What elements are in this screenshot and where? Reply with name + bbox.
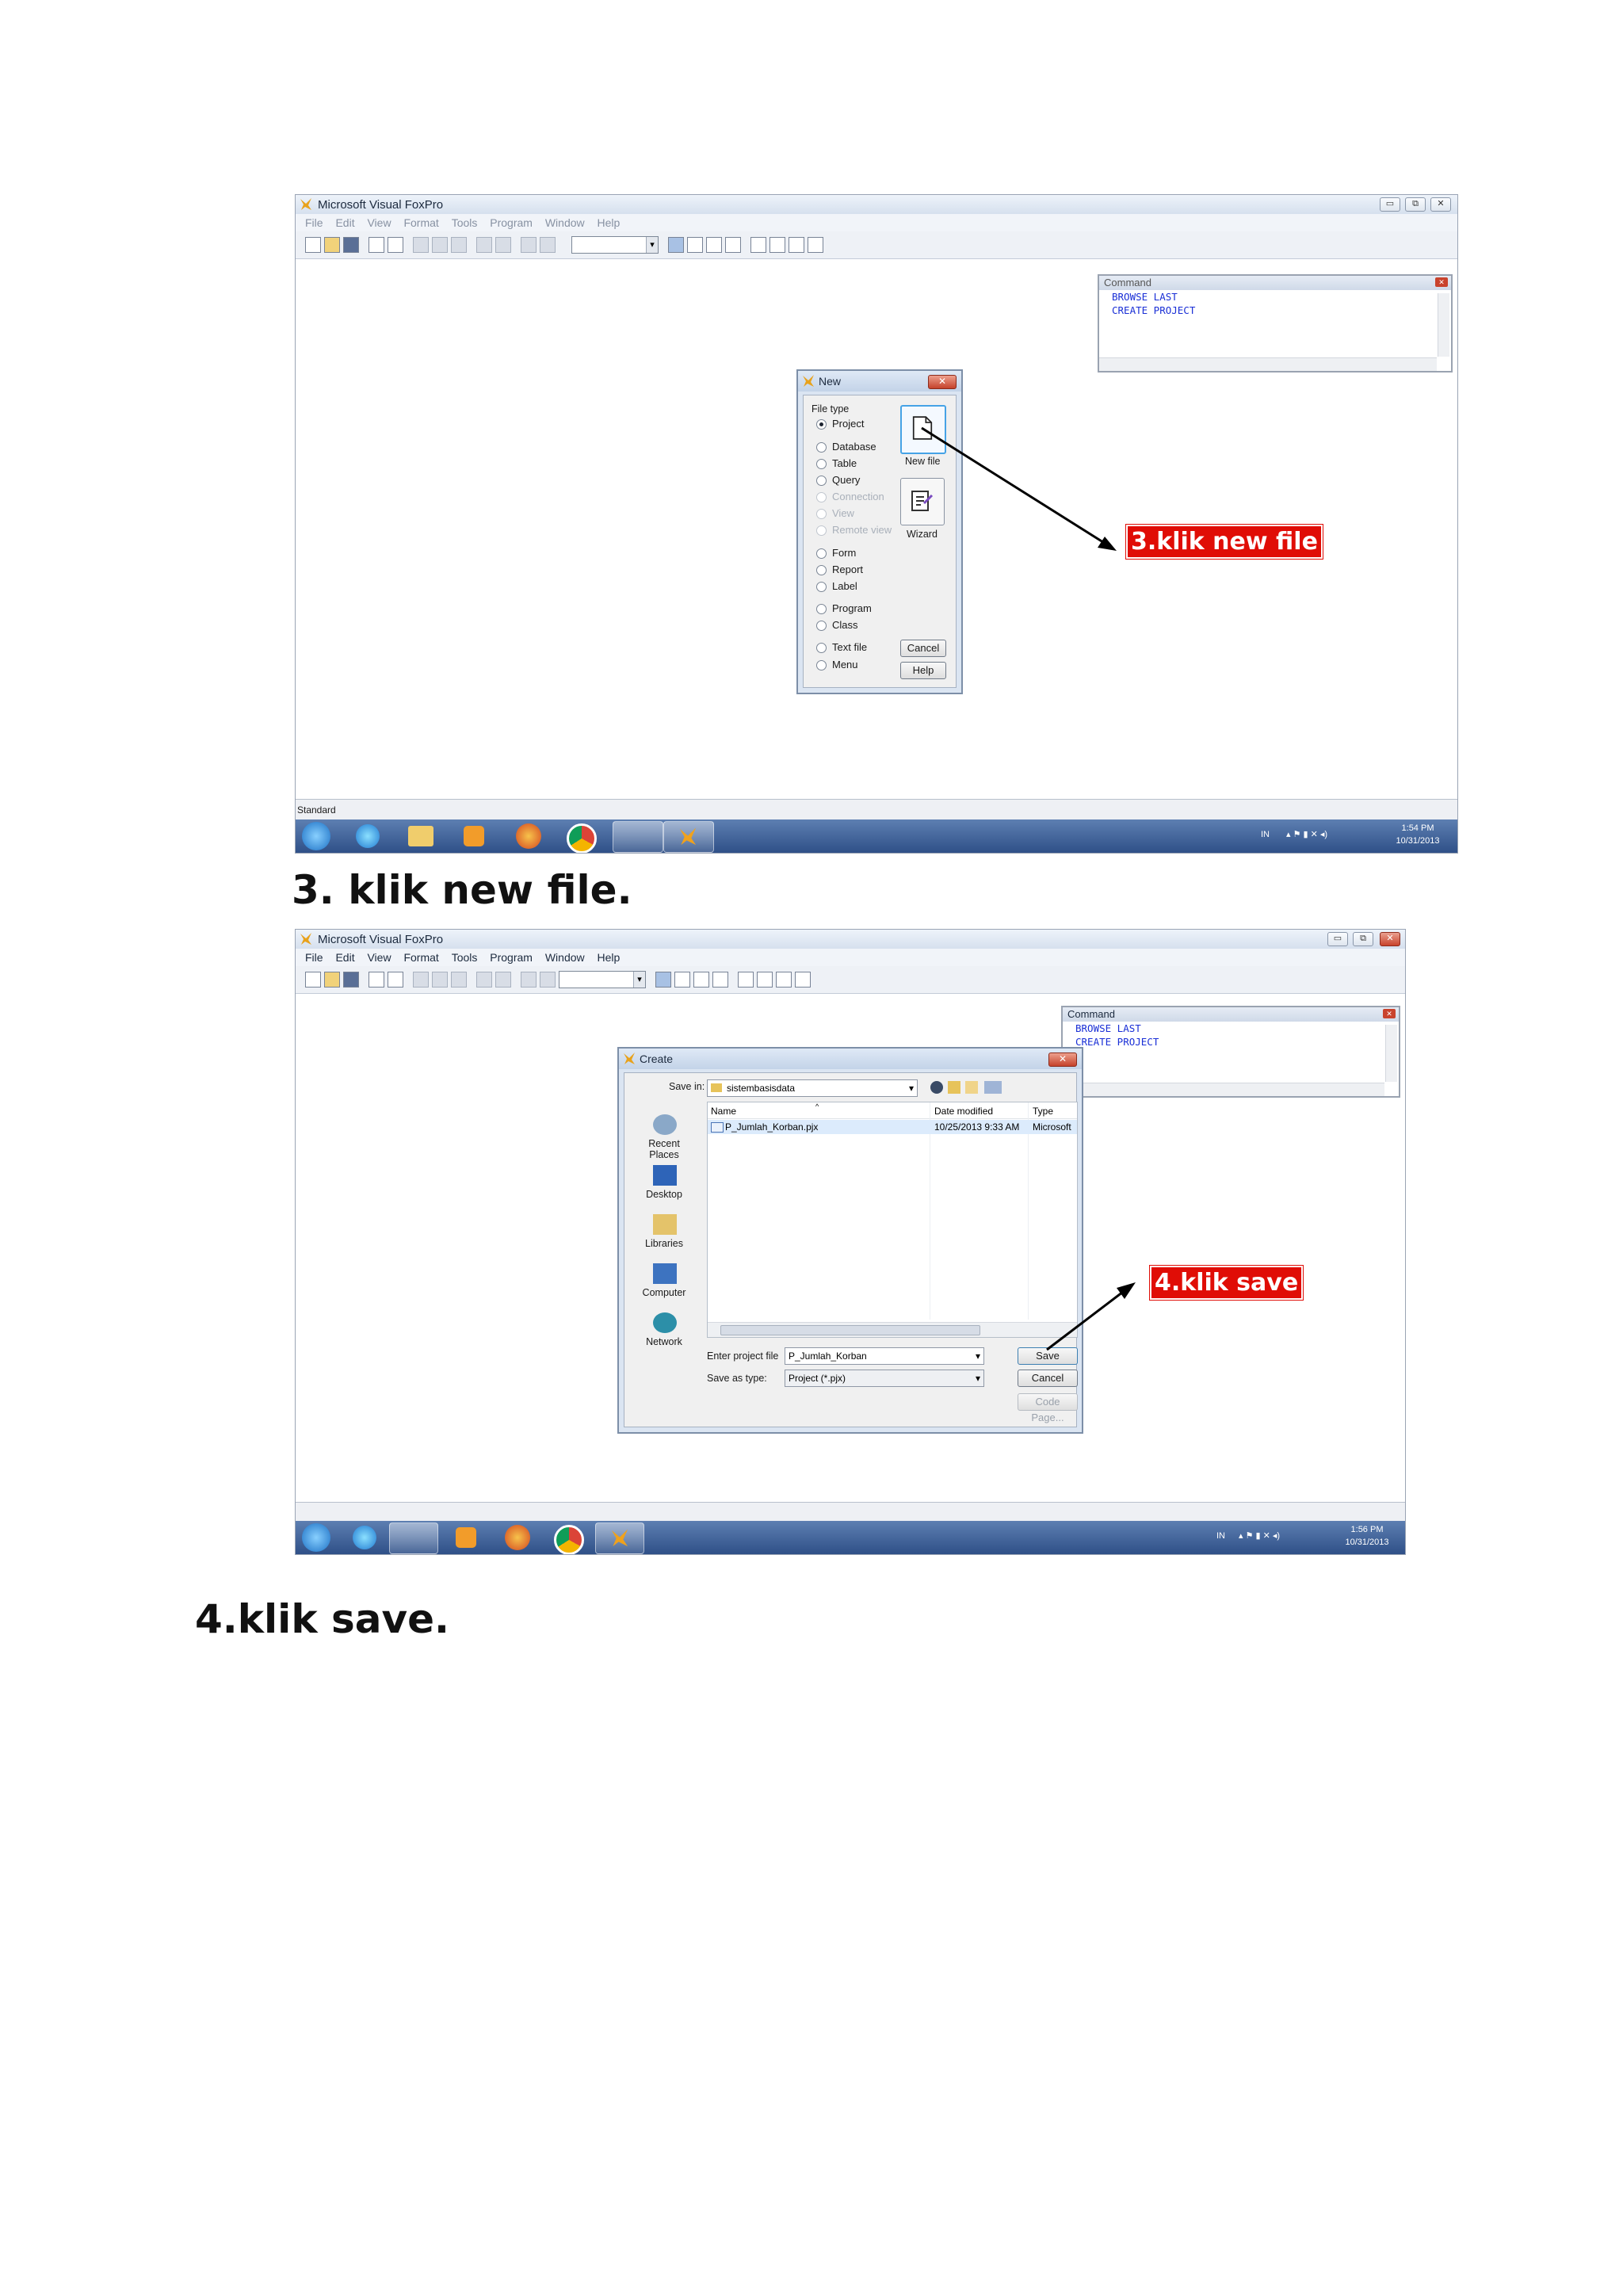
status-bar: Standard: [296, 799, 1457, 821]
tray-icons[interactable]: ▴ ⚑ ▮ ✕ ◂): [1286, 829, 1327, 841]
media-player-icon[interactable]: [456, 1527, 476, 1548]
chrome-icon[interactable]: [554, 1525, 584, 1554]
firefox-icon[interactable]: [505, 1525, 530, 1550]
foxpro-taskbar-button[interactable]: [595, 1522, 644, 1554]
tray-date[interactable]: 10/31/2013: [1335, 1537, 1399, 1549]
firefox-icon[interactable]: [516, 823, 541, 849]
explorer-taskbar-button[interactable]: [389, 1522, 438, 1554]
tray-language[interactable]: IN: [1216, 1530, 1225, 1542]
tray-date[interactable]: 10/31/2013: [1386, 835, 1449, 847]
arrow-save: [1046, 1282, 1136, 1351]
start-orb-icon[interactable]: [302, 822, 330, 850]
foxpro-icon: [611, 1529, 628, 1547]
arrow-new-file: [921, 426, 1117, 551]
explorer-icon[interactable]: [408, 826, 433, 846]
foxpro-icon: [679, 827, 697, 846]
paint-taskbar-button[interactable]: [613, 821, 663, 853]
callout-step4: 4.klik save: [1148, 1265, 1304, 1301]
screenshot-new-dialog: Microsoft Visual FoxPro ▭ ⧉ ✕ File Edit …: [295, 194, 1458, 854]
caption-step4: 4.klik save.: [195, 1596, 449, 1642]
start-orb-icon[interactable]: [302, 1523, 330, 1552]
foxpro-taskbar-button[interactable]: [663, 821, 714, 853]
windows-taskbar: IN ▴ ⚑ ▮ ✕ ◂) 1:56 PM 10/31/2013: [296, 1521, 1405, 1554]
caption-step3: 3. klik new file.: [292, 867, 632, 913]
windows-taskbar: IN ▴ ⚑ ▮ ✕ ◂) 1:54 PM 10/31/2013: [296, 819, 1457, 853]
tray-time[interactable]: 1:54 PM: [1386, 823, 1449, 835]
tray-icons[interactable]: ▴ ⚑ ▮ ✕ ◂): [1239, 1530, 1280, 1542]
status-label: Standard: [297, 804, 336, 816]
chrome-icon[interactable]: [567, 823, 597, 853]
screenshot-create-dialog: Microsoft Visual FoxPro ▭ ⧉ ✕ File Edit …: [295, 929, 1406, 1555]
status-bar: [296, 1502, 1405, 1522]
tray-language[interactable]: IN: [1261, 829, 1270, 841]
ie-icon[interactable]: [356, 824, 380, 848]
tray-time[interactable]: 1:56 PM: [1335, 1524, 1399, 1536]
callout-step3: 3.klik new file: [1125, 524, 1323, 560]
media-player-icon[interactable]: [464, 826, 484, 846]
ie-icon[interactable]: [353, 1526, 376, 1549]
